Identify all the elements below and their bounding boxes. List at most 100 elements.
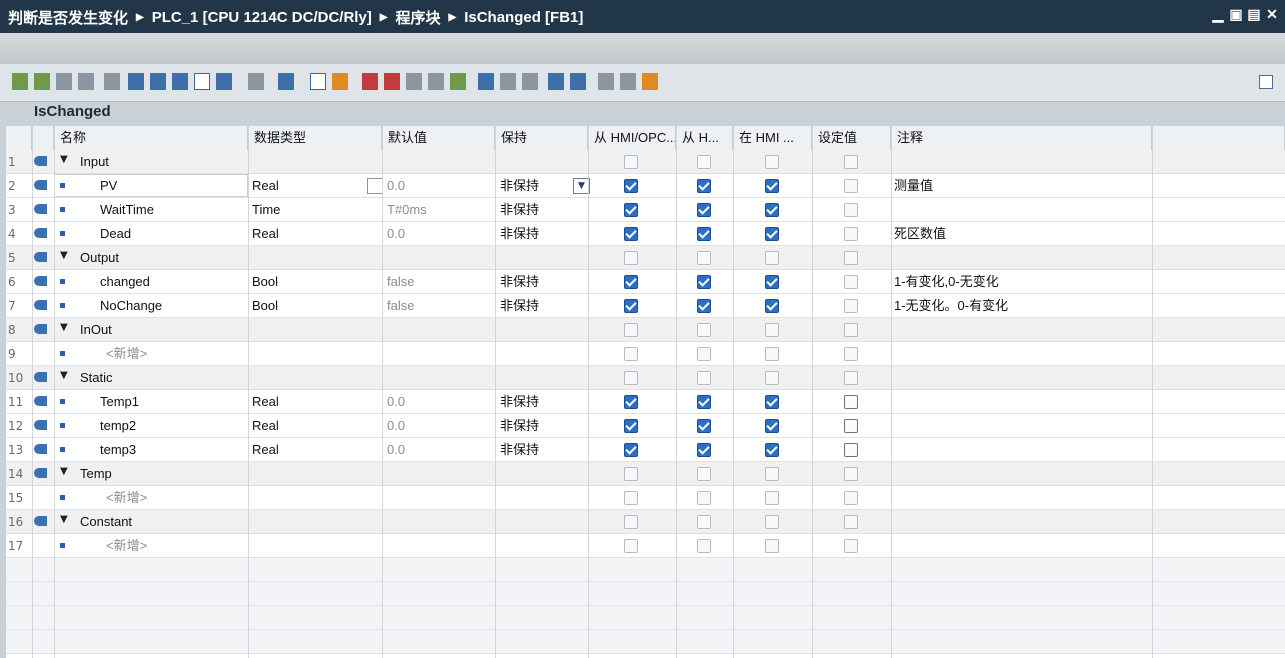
insert-row-icon[interactable] <box>12 73 28 90</box>
variable-name[interactable]: Temp <box>80 462 112 486</box>
breadcrumb-plc[interactable]: PLC_1 [CPU 1214C DC/DC/Rly] <box>152 9 372 26</box>
variable-name[interactable]: <新增> <box>106 534 147 558</box>
database-icon[interactable] <box>642 73 658 90</box>
force-table-icon[interactable] <box>428 73 444 90</box>
checkbox-c3[interactable] <box>765 491 779 505</box>
comment-icon[interactable] <box>194 73 210 90</box>
retain-value[interactable]: 非保持 <box>500 390 539 414</box>
collapse-all-icon[interactable] <box>172 73 188 90</box>
variable-name[interactable]: Dead <box>100 222 131 246</box>
minimize-icon[interactable]: ▁ <box>1211 5 1225 23</box>
checkbox-c3[interactable] <box>765 227 779 241</box>
retain-value[interactable]: 非保持 <box>500 174 539 198</box>
breadcrumb-project[interactable]: 判断是否发生变化 <box>8 7 128 28</box>
checkbox-c2[interactable] <box>697 299 711 313</box>
call-hierarchy-icon[interactable] <box>278 73 294 90</box>
checkbox-c1[interactable] <box>624 299 638 313</box>
data-type[interactable]: Real <box>252 414 279 438</box>
variable-name[interactable]: Input <box>80 150 109 174</box>
expand-arrow-icon[interactable]: ▼ <box>60 250 68 261</box>
checkbox-c4[interactable] <box>844 395 858 409</box>
checkbox-c3[interactable] <box>765 515 779 529</box>
outdent-icon[interactable] <box>78 73 94 90</box>
checkbox-c1[interactable] <box>624 227 638 241</box>
checkbox-c2[interactable] <box>697 323 711 337</box>
breadcrumb-program-blocks[interactable]: 程序块 <box>395 7 440 28</box>
retain-value[interactable]: 非保持 <box>500 198 539 222</box>
download-icon[interactable] <box>450 73 466 90</box>
header-retain[interactable]: 保持 <box>495 126 588 150</box>
table-row[interactable]: 2 PV ▼ Real 0.0 非保持 测量值 <box>6 174 1285 198</box>
header-setpoint[interactable]: 设定值 <box>812 126 891 150</box>
checkbox-c2[interactable] <box>697 371 711 385</box>
header-in-hmi[interactable]: 在 HMI ... <box>733 126 812 150</box>
data-type[interactable]: Time <box>252 198 280 222</box>
variable-name[interactable]: temp3 <box>100 438 136 462</box>
checkbox-c4[interactable] <box>844 275 858 289</box>
table-row[interactable]: 10 ▼ Static <box>6 366 1285 390</box>
header-comment[interactable]: 注释 <box>891 126 1152 150</box>
network-view-icon[interactable] <box>128 73 144 90</box>
toggle-panel-icon[interactable] <box>1259 75 1273 89</box>
checkbox-c2[interactable] <box>697 539 711 553</box>
table-row[interactable]: 9 <新增> <box>6 342 1285 366</box>
default-value[interactable]: false <box>387 270 414 294</box>
monitor-off-icon[interactable] <box>362 73 378 90</box>
checkbox-c3[interactable] <box>765 251 779 265</box>
checkbox-c3[interactable] <box>765 323 779 337</box>
checkbox-c1[interactable] <box>624 539 638 553</box>
checkbox-c4[interactable] <box>844 251 858 265</box>
checkbox-c1[interactable] <box>624 203 638 217</box>
table-row[interactable]: 5 ▼ Output <box>6 246 1285 270</box>
table-row[interactable]: 14 ▼ Temp <box>6 462 1285 486</box>
data-type[interactable]: Real <box>252 438 279 462</box>
checkbox-c4[interactable] <box>844 419 858 433</box>
table-row[interactable]: 4 Dead Real 0.0 非保持 死区数值 <box>6 222 1285 246</box>
table-row[interactable]: 17 <新增> <box>6 534 1285 558</box>
go-to-icon[interactable] <box>478 73 494 90</box>
checkbox-c1[interactable] <box>624 467 638 481</box>
data-type[interactable]: Bool <box>252 294 278 318</box>
checkbox-c2[interactable] <box>697 419 711 433</box>
checkbox-c1[interactable] <box>624 347 638 361</box>
insert-network-icon[interactable] <box>104 73 120 90</box>
checkbox-c2[interactable] <box>697 515 711 529</box>
variable-name[interactable]: PV <box>100 174 117 198</box>
checkbox-c3[interactable] <box>765 371 779 385</box>
checkbox-c4[interactable] <box>844 371 858 385</box>
variable-name[interactable]: <新增> <box>106 342 147 366</box>
checkbox-c1[interactable] <box>624 323 638 337</box>
checkbox-c4[interactable] <box>844 515 858 529</box>
retain-value[interactable]: 非保持 <box>500 270 539 294</box>
checkbox-c2[interactable] <box>697 179 711 193</box>
add-row-icon[interactable] <box>34 73 50 90</box>
expand-arrow-icon[interactable]: ▼ <box>60 370 68 381</box>
data-type[interactable]: Bool <box>252 270 278 294</box>
data-type[interactable]: Real <box>252 222 279 246</box>
table-row[interactable]: 1 ▼ Input <box>6 150 1285 174</box>
checkbox-c4[interactable] <box>844 203 858 217</box>
checkbox-c4[interactable] <box>844 323 858 337</box>
checkbox-c4[interactable] <box>844 299 858 313</box>
checkbox-c2[interactable] <box>697 467 711 481</box>
comment[interactable]: 1-无变化。0-有变化 <box>894 294 1008 318</box>
checkbox-c2[interactable] <box>697 251 711 265</box>
table-row[interactable]: 12 temp2 Real 0.0 非保持 <box>6 414 1285 438</box>
checkbox-c2[interactable] <box>697 491 711 505</box>
header-name[interactable]: 名称 <box>54 126 248 150</box>
checkbox-c2[interactable] <box>697 155 711 169</box>
table-row[interactable]: 11 Temp1 Real 0.0 非保持 <box>6 390 1285 414</box>
default-value[interactable]: T#0ms <box>387 198 427 222</box>
display-favorites-icon[interactable] <box>248 73 264 90</box>
default-value[interactable]: 0.0 <box>387 438 405 462</box>
step-forward-icon[interactable] <box>570 73 586 90</box>
checkbox-c3[interactable] <box>765 275 779 289</box>
checkbox-c3[interactable] <box>765 347 779 361</box>
favorites-icon[interactable] <box>332 73 348 90</box>
table-row[interactable]: 8 ▼ InOut <box>6 318 1285 342</box>
table-row[interactable]: 15 <新增> <box>6 486 1285 510</box>
checkbox-c2[interactable] <box>697 395 711 409</box>
checkbox-c1[interactable] <box>624 275 638 289</box>
variable-name[interactable]: NoChange <box>100 294 162 318</box>
checkbox-c4[interactable] <box>844 491 858 505</box>
